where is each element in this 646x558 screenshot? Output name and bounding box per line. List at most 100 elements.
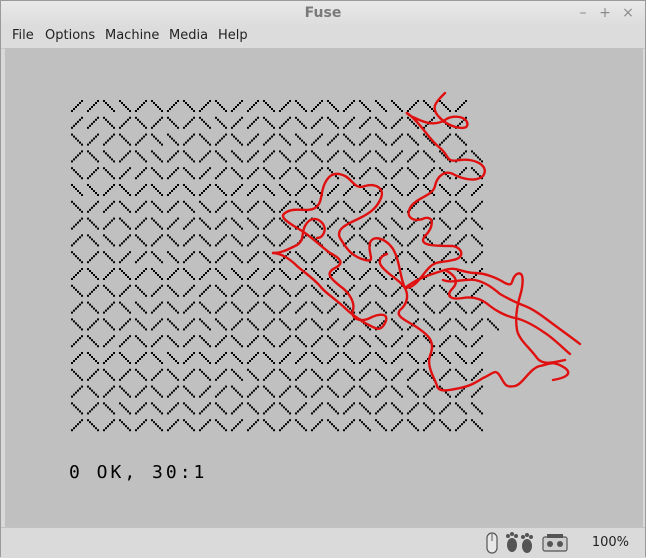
maze-dot <box>475 406 477 409</box>
maze-dot <box>425 292 427 295</box>
maze-dot <box>363 173 365 176</box>
maze-dot <box>319 404 321 407</box>
tape-icon[interactable] <box>541 531 569 555</box>
maze-dot <box>219 406 221 409</box>
maze-dot <box>441 326 443 329</box>
maze-dot <box>255 387 257 390</box>
maze-dot <box>273 150 275 153</box>
maze-dot <box>177 100 179 102</box>
maze-dot <box>431 118 433 121</box>
menu-file[interactable]: File <box>12 28 34 43</box>
maze-dot <box>135 110 137 112</box>
maze-dot <box>305 402 307 405</box>
maze-dot <box>317 190 319 192</box>
maze-dot <box>407 251 409 254</box>
mouse-icon[interactable] <box>485 531 499 555</box>
maze-dot <box>273 311 275 314</box>
maze-dot <box>121 404 123 407</box>
maze-dot <box>253 408 255 411</box>
maze-dot <box>109 137 111 140</box>
maze-dot <box>313 259 315 262</box>
maze-dot <box>105 360 107 362</box>
maze-dot <box>267 408 269 411</box>
maze-dot <box>139 173 141 176</box>
maze-dot <box>267 238 269 241</box>
maze-dot <box>95 102 97 104</box>
maze-dot <box>159 208 161 211</box>
maze-dot <box>315 139 317 142</box>
maze-dot <box>353 385 355 388</box>
maze-dot <box>105 253 107 256</box>
maze-dot <box>241 284 243 287</box>
maze-dot <box>123 173 125 176</box>
maze-dot <box>473 360 475 362</box>
maze-dot <box>417 234 419 237</box>
maze-dot <box>111 242 113 245</box>
maze-dot <box>155 188 157 190</box>
maze-dot <box>193 234 195 237</box>
maze-dot <box>75 156 77 159</box>
maze-dot <box>161 194 163 196</box>
maze-dot <box>351 118 353 121</box>
maze-dot <box>459 190 461 192</box>
maze-dot <box>203 372 205 375</box>
menu-media[interactable]: Media <box>169 28 208 43</box>
maze-dot <box>263 167 265 170</box>
title-bar[interactable]: Fuse – + × <box>1 1 645 27</box>
maze-dot <box>187 204 189 207</box>
maze-dot <box>385 200 387 203</box>
maze-dot <box>251 156 253 159</box>
maze-dot <box>337 110 339 112</box>
maze-dot <box>241 278 243 280</box>
maze-dot <box>95 242 97 245</box>
maze-dot <box>71 184 73 186</box>
footprints-icon[interactable] <box>503 531 537 555</box>
maximize-button[interactable]: + <box>596 4 614 22</box>
maze-dot <box>329 169 331 172</box>
maze-dot <box>359 227 361 230</box>
maze-dot <box>385 110 387 112</box>
maze-dot <box>135 143 137 146</box>
maze-dot <box>429 324 431 327</box>
menu-options[interactable]: Options <box>45 28 95 43</box>
emulator-screen[interactable]: 0 OK, 30:1 <box>5 48 643 527</box>
maze-dot <box>77 272 79 274</box>
maze-dot <box>331 389 333 392</box>
menu-machine[interactable]: Machine <box>105 28 159 43</box>
maze-dot <box>379 339 381 342</box>
minimize-button[interactable]: – <box>574 4 592 22</box>
maze-dot <box>269 372 271 375</box>
maze-dot <box>263 335 265 338</box>
maze-dot <box>113 328 115 331</box>
maze-dot <box>407 167 409 170</box>
maze-dot <box>189 190 191 192</box>
maze-dot <box>365 154 367 157</box>
close-button[interactable]: × <box>619 4 637 22</box>
maze-dot <box>135 335 137 338</box>
maze-dot <box>161 368 163 371</box>
maze-dot <box>433 352 435 354</box>
maze-dot <box>105 225 107 228</box>
maze-dot <box>477 288 479 291</box>
maze-dot <box>413 238 415 241</box>
maze-dot <box>173 139 175 142</box>
maze-dot <box>217 421 219 424</box>
maze-dot <box>185 186 187 188</box>
maze-dot <box>297 421 299 424</box>
maze-dot <box>297 118 299 121</box>
maze-dot <box>249 242 251 245</box>
maze-dot <box>157 139 159 142</box>
maze-dot <box>141 356 143 358</box>
maze-dot <box>219 341 221 344</box>
menu-help[interactable]: Help <box>218 28 248 43</box>
maze-dot <box>225 328 227 331</box>
maze-dot <box>255 337 257 340</box>
maze-dot <box>315 408 317 411</box>
maze-dot <box>415 370 417 373</box>
maze-dot <box>395 307 397 310</box>
maze-dot <box>151 402 153 405</box>
maze-dot <box>391 429 393 432</box>
maze-dot <box>143 309 145 312</box>
maze-dot <box>217 320 219 323</box>
maze-dot <box>321 227 323 230</box>
